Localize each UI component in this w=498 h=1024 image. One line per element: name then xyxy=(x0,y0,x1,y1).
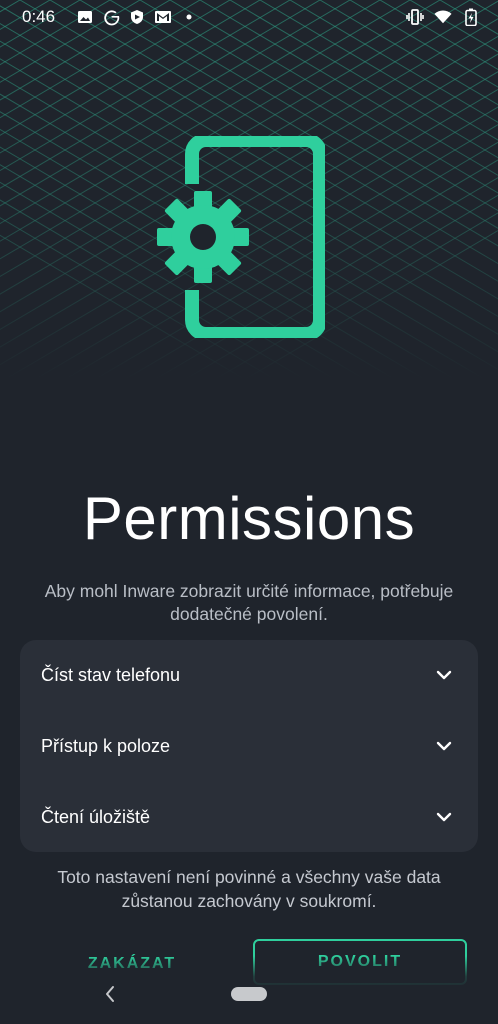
shield-icon xyxy=(128,8,146,26)
status-bar: 0:46 xyxy=(0,0,498,34)
privacy-note: Toto nastavení není povinné a všechny va… xyxy=(57,867,441,911)
vibrate-icon xyxy=(406,8,424,26)
permission-item-storage[interactable]: Čtení úložiště xyxy=(20,782,478,852)
battery-charging-icon xyxy=(462,8,480,26)
page-title: Permissions xyxy=(82,485,416,552)
chevron-down-icon[interactable] xyxy=(434,807,454,827)
google-icon xyxy=(102,8,120,26)
mail-icon xyxy=(154,8,172,26)
home-handle[interactable] xyxy=(231,987,267,1001)
permissions-list: Číst stav telefonu Přístup k poloze Čten… xyxy=(20,640,478,852)
back-icon[interactable] xyxy=(100,982,120,1006)
permission-item-location[interactable]: Přístup k poloze xyxy=(20,711,478,781)
permission-label: Přístup k poloze xyxy=(41,735,171,756)
permission-label: Číst stav telefonu xyxy=(41,664,181,685)
permission-item-phone-state[interactable]: Číst stav telefonu xyxy=(20,640,478,710)
page-subtitle: Aby mohl Inware zobrazit určité informac… xyxy=(44,581,454,624)
chevron-down-icon[interactable] xyxy=(434,736,454,756)
chevron-down-icon[interactable] xyxy=(434,665,454,685)
status-time: 0:46 xyxy=(22,7,56,26)
phone-settings-icon xyxy=(157,136,325,338)
image-icon xyxy=(76,8,94,26)
dot-icon xyxy=(180,8,198,26)
wifi-icon xyxy=(434,8,452,26)
permission-label: Čtení úložiště xyxy=(41,806,151,827)
